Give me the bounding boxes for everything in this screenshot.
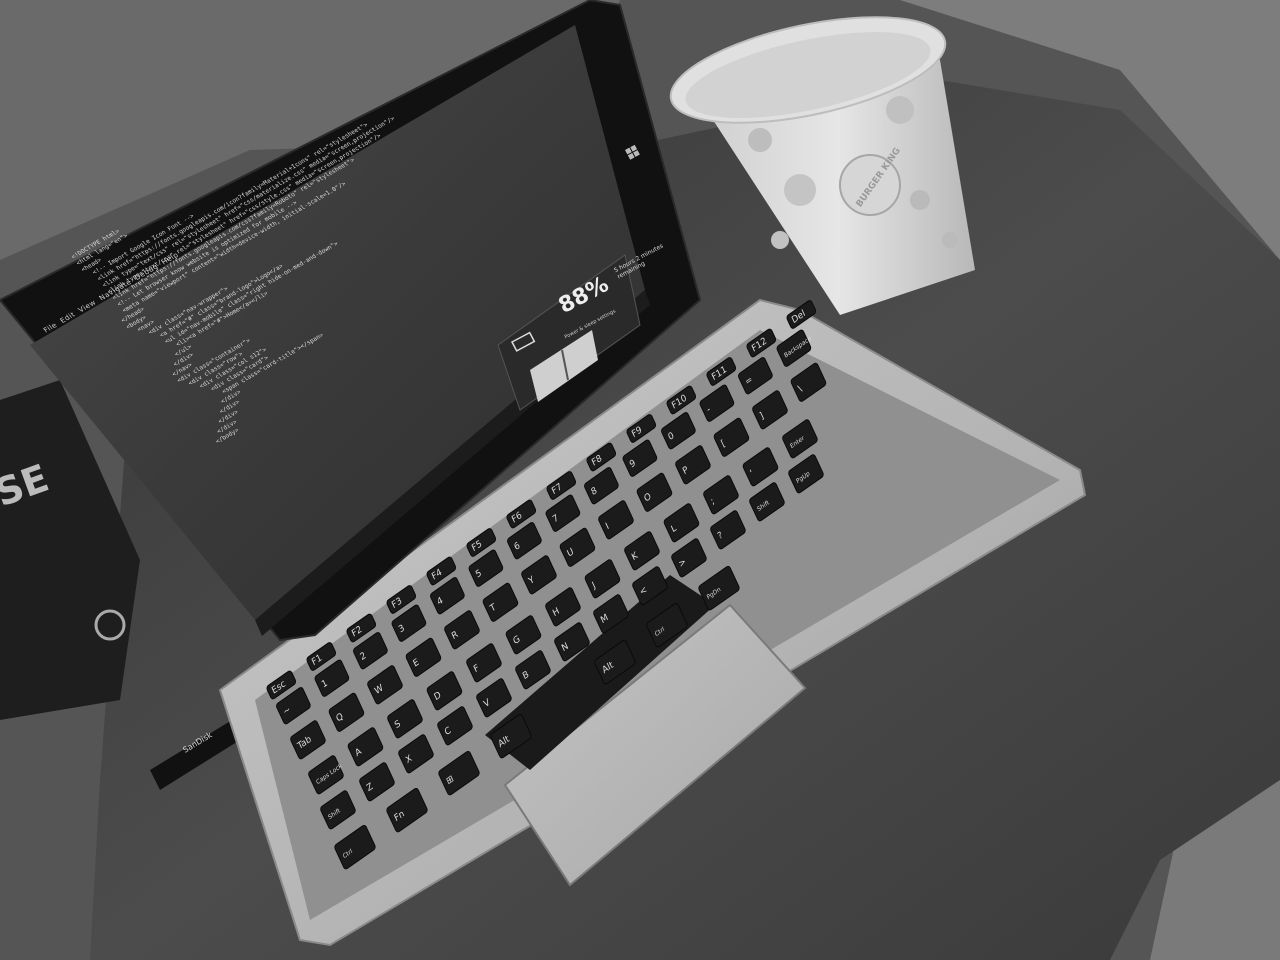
photo-scene: SE SanDisk BURGER KING EscF1F2F3F4F5F6F7… — [0, 0, 1280, 960]
